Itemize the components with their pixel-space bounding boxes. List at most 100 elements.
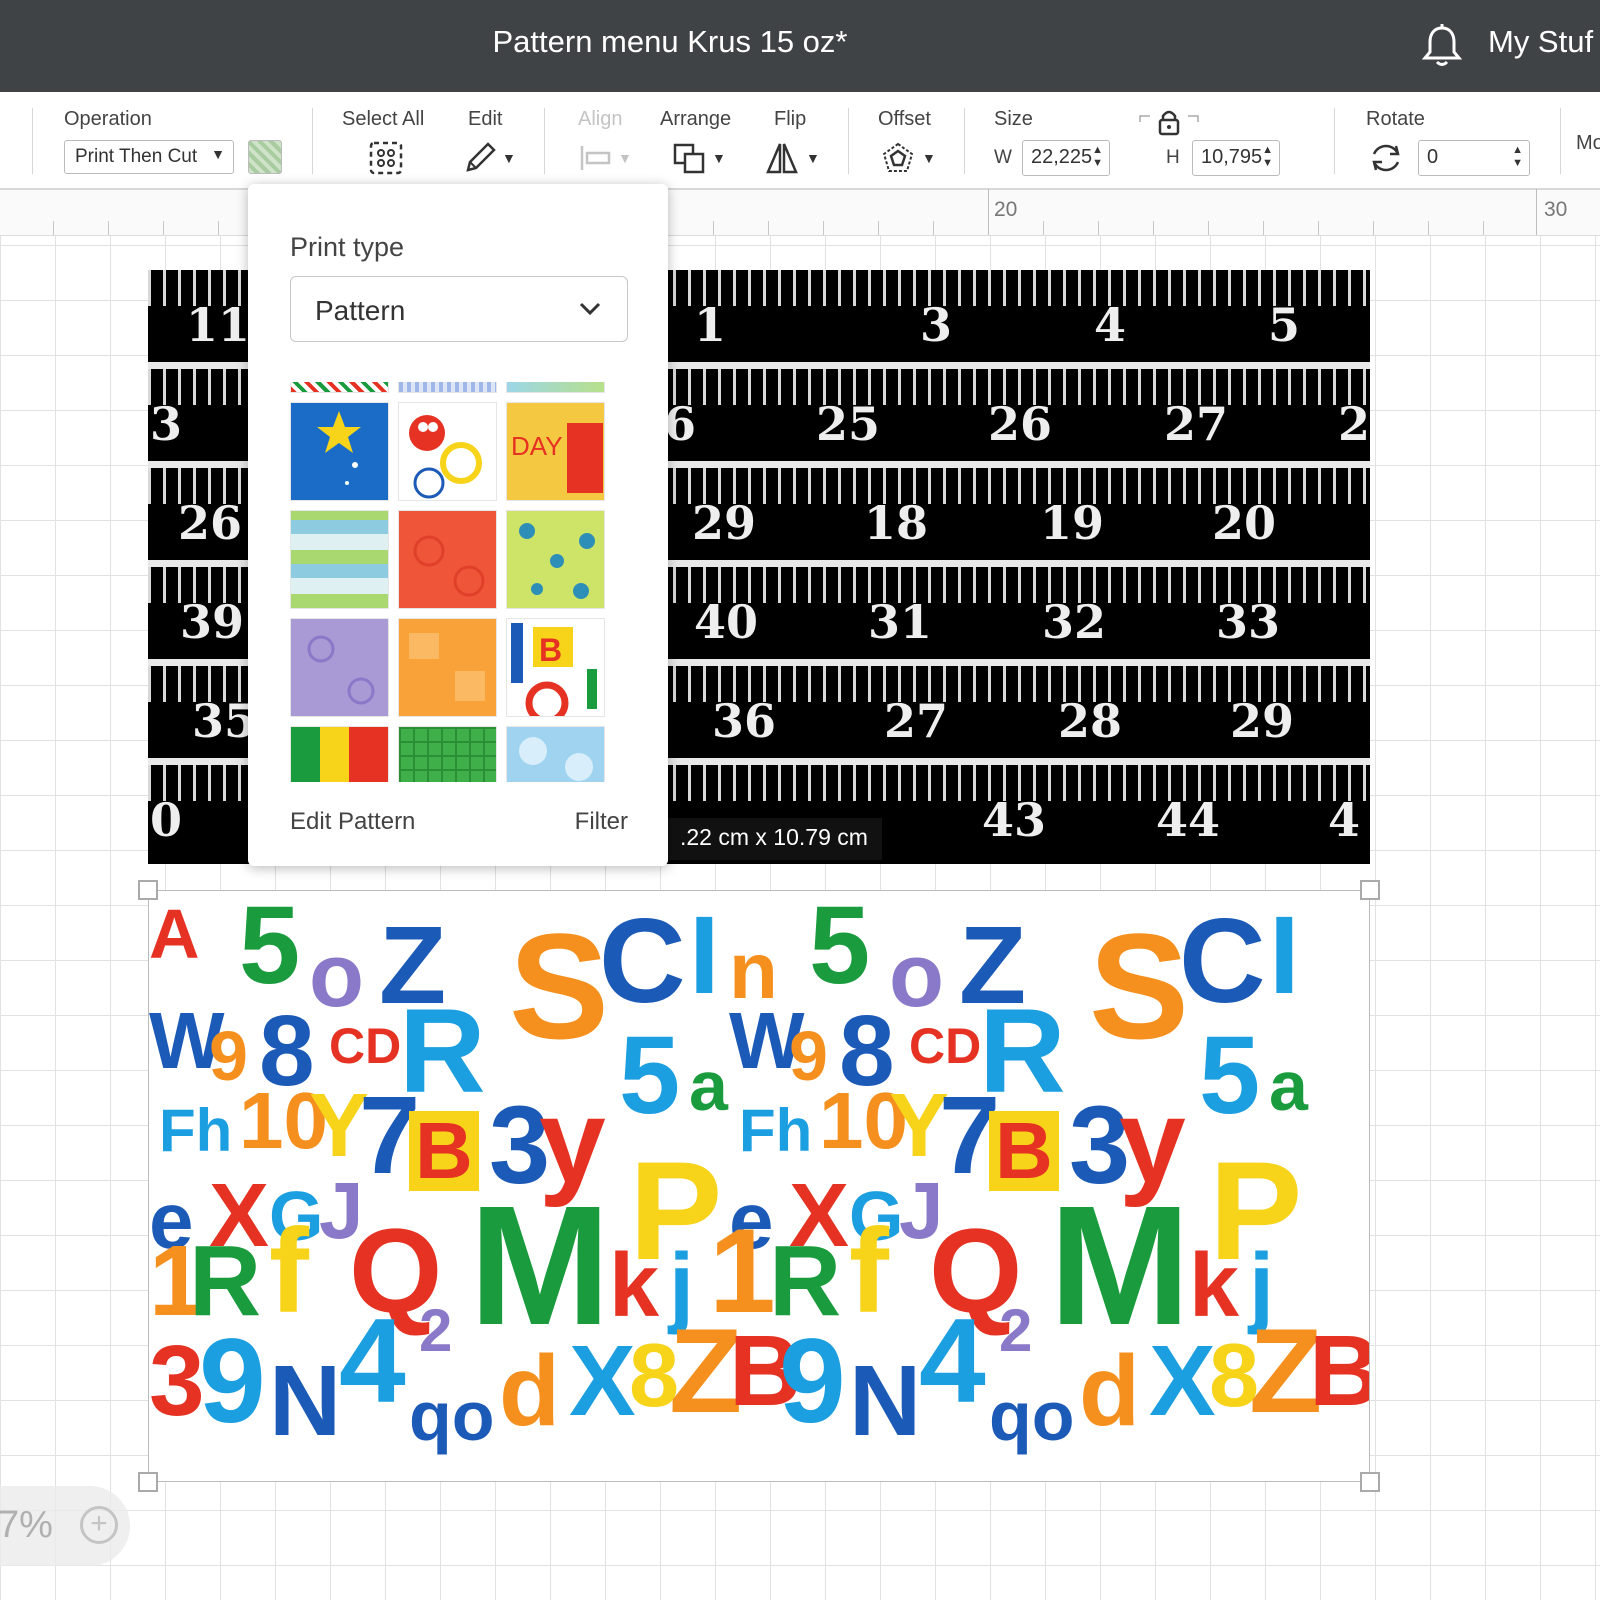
height-label: H [1166, 147, 1180, 168]
ruler-number: 39 [180, 595, 245, 649]
pattern-swatch[interactable] [398, 618, 497, 717]
caret-down-icon[interactable]: ▼ [502, 150, 516, 166]
pattern-swatch[interactable] [506, 726, 605, 782]
pattern-swatch[interactable] [506, 382, 605, 393]
pattern-swatch[interactable] [290, 510, 389, 609]
resize-handle[interactable] [1360, 880, 1380, 900]
pattern-swatch[interactable] [290, 382, 389, 393]
divider [1560, 108, 1561, 174]
stepper-icon[interactable]: ▲ ▼ [1262, 144, 1273, 170]
snowflake-art [519, 737, 593, 781]
offset-icon[interactable] [880, 140, 916, 176]
arrange-icon[interactable] [672, 140, 708, 176]
pattern-swatch[interactable] [290, 618, 389, 717]
caret-down-icon[interactable]: ▼ [806, 150, 820, 166]
pattern-glyph: f [849, 1204, 889, 1338]
pattern-glyph: 5 [239, 890, 301, 1007]
pattern-glyph: d [499, 1335, 561, 1447]
pattern-glyph: k [1189, 1236, 1240, 1336]
zoom-in-icon[interactable]: + [80, 1506, 118, 1544]
height-input[interactable]: 10,795 ▲ ▼ [1192, 140, 1280, 176]
ruler-number: 35 [192, 694, 257, 748]
pattern-glyph: qo [989, 1377, 1075, 1455]
dots-art [519, 523, 595, 599]
pattern-swatch[interactable] [398, 510, 497, 609]
pattern-swatch[interactable] [506, 510, 605, 609]
divider [544, 108, 545, 174]
pattern-glyph: 4 [339, 1294, 406, 1428]
material-swatch[interactable] [248, 140, 282, 174]
filter-link[interactable]: Filter [575, 808, 628, 836]
pattern-glyph: S [1089, 902, 1190, 1070]
more-label[interactable]: Mo [1576, 132, 1600, 155]
pattern-grid: DAY B [290, 382, 614, 782]
ruler-number: 28 [1338, 397, 1370, 451]
pattern-glyph: N [849, 1345, 922, 1457]
resize-handle[interactable] [138, 1472, 158, 1492]
divider [964, 108, 965, 174]
ruler-number: 5 [1268, 298, 1301, 352]
ruler-tick [1208, 221, 1209, 235]
pattern-glyph: qo [409, 1377, 495, 1455]
caret-down-icon: ▼ [211, 146, 225, 162]
lock-icon[interactable] [1138, 108, 1200, 138]
caret-down-icon[interactable]: ▼ [712, 150, 726, 166]
rotate-icon[interactable] [1368, 140, 1404, 176]
ruler-number: 26 [178, 496, 243, 550]
pattern-glyph: o [309, 926, 364, 1026]
ruler-number: 4 [1094, 298, 1127, 352]
ruler-number: 33 [1216, 595, 1281, 649]
letters-pattern-shape[interactable]: A 5 o Z S C I n 5 o Z S C I W 9 8 CD R 5… [148, 890, 1370, 1482]
svg-text:DAY: DAY [511, 431, 563, 461]
my-stuff-link[interactable]: My Stuf [1488, 24, 1593, 60]
pattern-swatch[interactable] [398, 402, 497, 501]
stepper-icon[interactable]: ▲ ▼ [1512, 144, 1523, 170]
pattern-glyph: 2 [999, 1297, 1033, 1364]
pattern-glyph: k [609, 1236, 660, 1336]
flip-label: Flip [774, 108, 807, 130]
width-input[interactable]: 22,225 ▲ ▼ [1022, 140, 1110, 176]
pattern-swatch[interactable] [398, 726, 497, 782]
ruler-number: 28 [1058, 694, 1123, 748]
pattern-glyph: I [689, 894, 720, 1017]
ruler-tick [713, 221, 714, 235]
size-label: Size [994, 108, 1033, 130]
print-type-value: Pattern [315, 295, 406, 326]
operation-select[interactable]: Print Then Cut ▼ [64, 140, 234, 174]
operation-value: Print Then Cut [75, 146, 198, 167]
flip-icon[interactable] [764, 140, 800, 176]
pattern-glyph: 2 [419, 1297, 453, 1364]
pattern-swatch[interactable]: DAY [506, 402, 605, 501]
pattern-swatch[interactable] [290, 726, 389, 782]
pattern-swatch[interactable]: B [506, 618, 605, 717]
edit-label: Edit [468, 108, 503, 130]
divider [848, 108, 849, 174]
ruler-tick [1483, 221, 1484, 235]
stepper-icon[interactable]: ▲ ▼ [1092, 144, 1103, 170]
ruler-number: 20 [994, 198, 1018, 221]
zoom-control: 7% + [0, 1486, 130, 1566]
caret-down-icon[interactable]: ▼ [922, 150, 936, 166]
swirl-art [413, 535, 485, 597]
resize-handle[interactable] [1360, 1472, 1380, 1492]
height-value: 10,795 [1201, 146, 1263, 168]
ruler-number: 6 [664, 397, 697, 451]
pattern-glyph: Fh [739, 1097, 813, 1164]
print-type-dropdown[interactable]: Pattern [290, 276, 628, 342]
pattern-glyph: 4 [919, 1294, 986, 1428]
rotate-input[interactable]: 0 ▲ ▼ [1418, 140, 1530, 176]
ruler-tick [1153, 221, 1154, 235]
select-all-icon[interactable] [368, 140, 404, 176]
resize-handle[interactable] [138, 880, 158, 900]
arrange-label: Arrange [660, 108, 732, 130]
pencil-icon[interactable] [462, 140, 498, 176]
blocks-art [409, 633, 485, 701]
pattern-glyph: CD [329, 1018, 402, 1074]
pattern-swatch[interactable] [290, 402, 389, 501]
pattern-glyph: A [149, 895, 200, 973]
ruler-number: 44 [1156, 793, 1221, 847]
bell-icon[interactable] [1420, 22, 1464, 68]
divider [32, 108, 33, 174]
pattern-swatch[interactable] [398, 382, 497, 393]
edit-pattern-link[interactable]: Edit Pattern [290, 808, 415, 836]
